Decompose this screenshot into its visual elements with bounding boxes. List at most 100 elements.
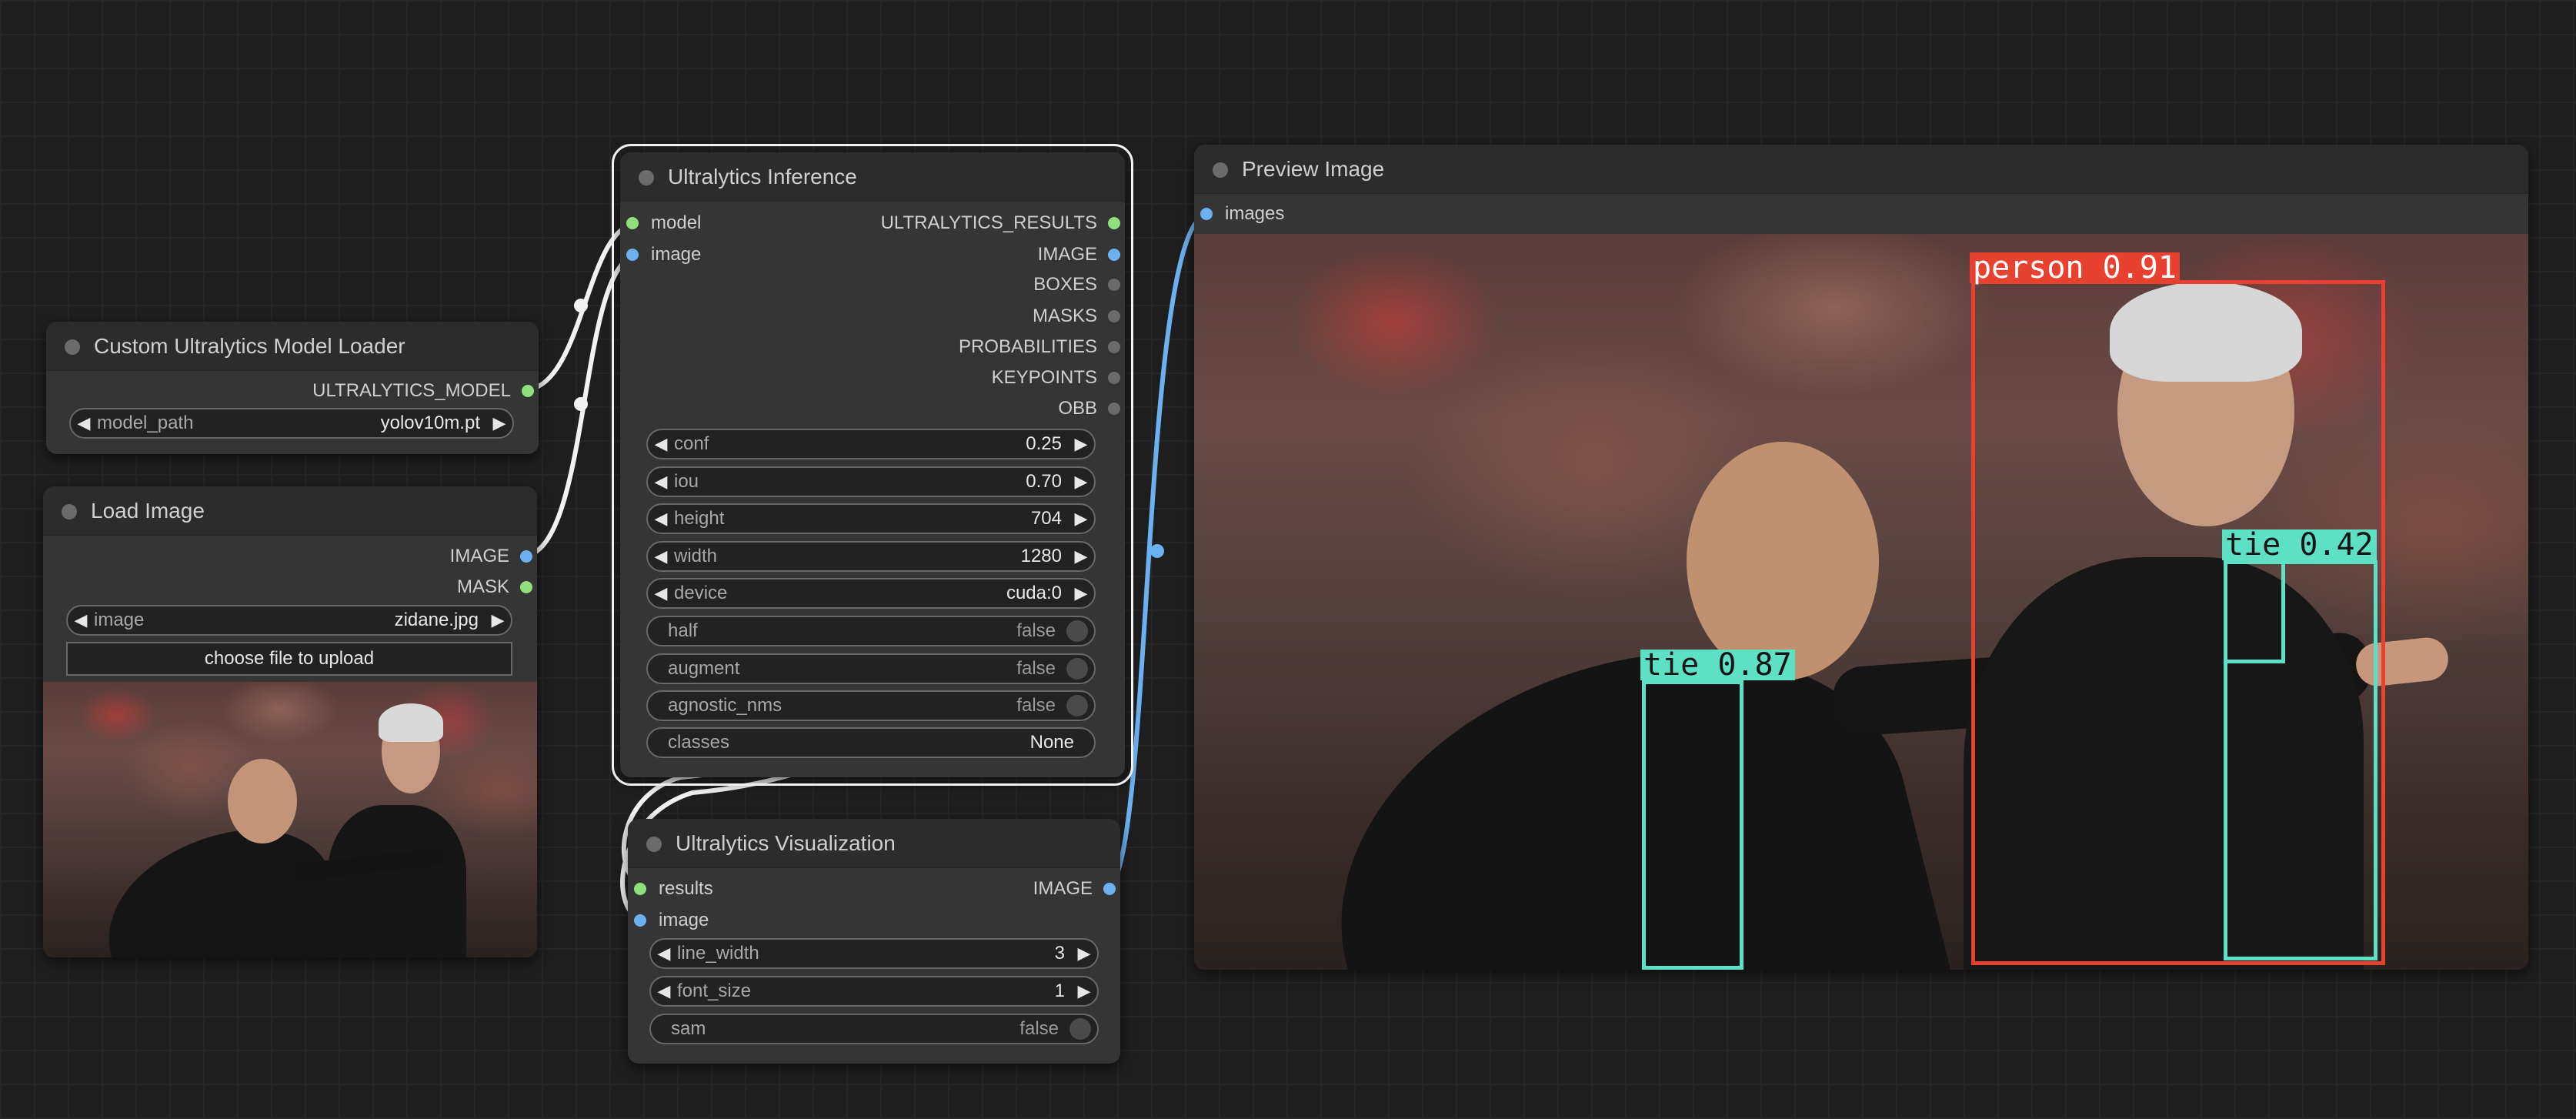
output-boxes[interactable]: BOXES [1033, 269, 1125, 300]
half-value: false [1016, 620, 1056, 641]
iou-value[interactable]: 0.70 [1026, 471, 1068, 493]
input-slot-dot-icon[interactable] [634, 914, 646, 927]
arrow-right-icon[interactable]: ▶ [1071, 944, 1097, 964]
toggle-knob-icon[interactable] [1069, 1018, 1091, 1040]
arrow-right-icon[interactable]: ▶ [1068, 509, 1094, 529]
model-loader-node[interactable]: Custom Ultralytics Model Loader ULTRALYT… [46, 322, 539, 454]
inference-node[interactable]: Ultralytics Inference model image ULTRAL… [612, 144, 1133, 786]
width-value[interactable]: 1280 [1021, 546, 1068, 567]
choose-file-button[interactable]: choose file to upload [66, 642, 512, 676]
arrow-left-icon[interactable]: ◀ [648, 472, 674, 492]
input-slot-dot-icon[interactable] [634, 883, 646, 895]
arrow-right-icon[interactable]: ▶ [1068, 546, 1094, 566]
arrow-left-icon[interactable]: ◀ [651, 944, 677, 964]
arrow-left-icon[interactable]: ◀ [71, 413, 97, 433]
node-collapse-dot-icon[interactable] [639, 170, 654, 185]
output-ultralytics-results[interactable]: ULTRALYTICS_RESULTS [881, 208, 1125, 239]
visualization-node[interactable]: Ultralytics Visualization results image … [628, 819, 1120, 1064]
arrow-left-icon[interactable]: ◀ [648, 546, 674, 566]
output-slot-dot-icon[interactable] [1103, 883, 1116, 895]
agnostic-nms-toggle[interactable]: agnostic_nms false [646, 690, 1096, 721]
arrow-left-icon[interactable]: ◀ [648, 583, 674, 603]
output-obb[interactable]: OBB [1058, 393, 1125, 424]
node-collapse-dot-icon[interactable] [62, 504, 77, 519]
output-slot-dot-icon[interactable] [1108, 372, 1120, 384]
node-collapse-dot-icon[interactable] [646, 837, 662, 852]
input-slot-dot-icon[interactable] [626, 217, 639, 229]
node-collapse-dot-icon[interactable] [1213, 162, 1228, 178]
output-image[interactable]: IMAGE [1033, 873, 1120, 904]
arrow-left-icon[interactable]: ◀ [648, 434, 674, 454]
model-loader-title[interactable]: Custom Ultralytics Model Loader [46, 322, 539, 371]
output-masks[interactable]: MASKS [1033, 301, 1125, 332]
arrow-right-icon[interactable]: ▶ [1068, 434, 1094, 454]
output-slot-dot-icon[interactable] [1108, 403, 1120, 415]
node-collapse-dot-icon[interactable] [65, 339, 80, 355]
link-image-midpoint[interactable] [574, 397, 588, 411]
conf-value[interactable]: 0.25 [1026, 433, 1068, 455]
link-preview-midpoint[interactable] [1150, 544, 1164, 558]
height-widget[interactable]: ◀ height 704 ▶ [646, 503, 1096, 534]
height-value[interactable]: 704 [1031, 508, 1068, 529]
input-model[interactable]: model [620, 208, 701, 239]
preview-image-title[interactable]: Preview Image [1194, 145, 2528, 194]
width-widget[interactable]: ◀ width 1280 ▶ [646, 541, 1096, 572]
sam-toggle[interactable]: sam false [649, 1014, 1099, 1044]
font-size-widget[interactable]: ◀ font_size 1 ▶ [649, 976, 1099, 1007]
output-image[interactable]: IMAGE [450, 541, 537, 572]
output-slot-dot-icon[interactable] [1108, 217, 1120, 229]
toggle-knob-icon[interactable] [1066, 658, 1088, 680]
input-image[interactable]: image [620, 239, 701, 270]
output-keypoints[interactable]: KEYPOINTS [992, 362, 1125, 393]
classes-value[interactable]: None [1030, 732, 1094, 753]
input-slot-dot-icon[interactable] [626, 249, 639, 261]
arrow-left-icon[interactable]: ◀ [648, 509, 674, 529]
output-image-label: IMAGE [449, 546, 509, 566]
output-slot-dot-icon[interactable] [1108, 279, 1120, 291]
detection-box-tie-right-inner [2224, 560, 2285, 663]
toggle-knob-icon[interactable] [1066, 620, 1088, 642]
output-slot-dot-icon[interactable] [1108, 249, 1120, 261]
arrow-right-icon[interactable]: ▶ [1068, 583, 1094, 603]
output-image[interactable]: IMAGE [1038, 239, 1125, 270]
font-size-value[interactable]: 1 [1055, 980, 1071, 1002]
output-slot-dot-icon[interactable] [1108, 310, 1120, 322]
output-slot-dot-icon[interactable] [520, 581, 532, 593]
half-toggle[interactable]: half false [646, 616, 1096, 646]
arrow-right-icon[interactable]: ▶ [485, 610, 511, 630]
inference-title[interactable]: Ultralytics Inference [620, 152, 1125, 202]
arrow-left-icon[interactable]: ◀ [68, 610, 94, 630]
image-file-value[interactable]: zidane.jpg [395, 610, 485, 631]
output-slot-dot-icon[interactable] [522, 385, 534, 397]
input-images[interactable]: images [1194, 199, 1284, 229]
conf-widget[interactable]: ◀ conf 0.25 ▶ [646, 429, 1096, 459]
input-image[interactable]: image [628, 905, 709, 936]
model-path-widget[interactable]: ◀ model_path yolov10m.pt ▶ [69, 408, 514, 439]
preview-image-node[interactable]: Preview Image images person 0.91 tie 0.4… [1194, 145, 2528, 970]
output-probabilities[interactable]: PROBABILITIES [959, 332, 1125, 362]
visualization-title[interactable]: Ultralytics Visualization [628, 819, 1120, 868]
device-widget[interactable]: ◀ device cuda:0 ▶ [646, 578, 1096, 609]
model-path-value[interactable]: yolov10m.pt [381, 413, 486, 434]
line-width-value[interactable]: 3 [1055, 943, 1071, 964]
arrow-right-icon[interactable]: ▶ [1071, 981, 1097, 1001]
augment-toggle[interactable]: augment false [646, 653, 1096, 684]
image-file-widget[interactable]: ◀ image zidane.jpg ▶ [66, 605, 512, 636]
output-mask[interactable]: MASK [457, 572, 537, 603]
arrow-left-icon[interactable]: ◀ [651, 981, 677, 1001]
input-results[interactable]: results [628, 873, 713, 904]
iou-widget[interactable]: ◀ iou 0.70 ▶ [646, 466, 1096, 497]
toggle-knob-icon[interactable] [1066, 695, 1088, 716]
line-width-widget[interactable]: ◀ line_width 3 ▶ [649, 938, 1099, 969]
load-image-node[interactable]: Load Image IMAGE MASK ◀ image zidane.jpg ▶ … [43, 486, 537, 957]
input-slot-dot-icon[interactable] [1200, 208, 1213, 220]
arrow-right-icon[interactable]: ▶ [486, 413, 512, 433]
arrow-right-icon[interactable]: ▶ [1068, 472, 1094, 492]
output-slot-dot-icon[interactable] [520, 550, 532, 563]
device-value[interactable]: cuda:0 [1006, 583, 1068, 604]
link-model-midpoint[interactable] [574, 299, 588, 312]
classes-widget[interactable]: classes None [646, 727, 1096, 758]
load-image-title[interactable]: Load Image [43, 486, 537, 536]
output-slot-dot-icon[interactable] [1108, 341, 1120, 353]
output-ultralytics-model[interactable]: ULTRALYTICS_MODEL [312, 376, 539, 406]
